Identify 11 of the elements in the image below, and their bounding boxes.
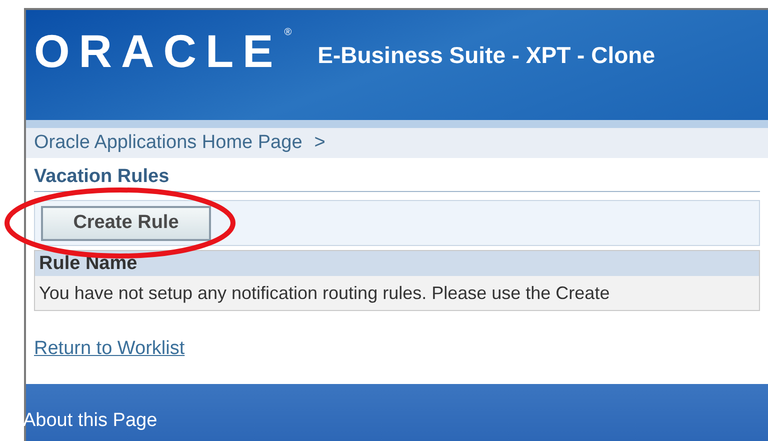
table-cell: You have not setup any notification routing rules. Please use the Create bbox=[35, 276, 759, 310]
column-header: Rule Name bbox=[35, 251, 759, 276]
return-link[interactable]: Return to Worklist bbox=[34, 338, 185, 359]
logo: ORACLE bbox=[34, 28, 282, 74]
breadcrumb-separator: > bbox=[314, 130, 326, 155]
footer-link[interactable]: About this Page bbox=[23, 406, 158, 435]
app-title: E-Business Suite - XPT - Clone bbox=[318, 41, 655, 70]
create-rule-button[interactable]: Create Rule bbox=[41, 206, 211, 240]
registered-mark: ® bbox=[284, 28, 292, 38]
page-title: Vacation Rules bbox=[34, 165, 170, 190]
breadcrumb-link[interactable]: Oracle Applications Home Page bbox=[34, 128, 302, 158]
